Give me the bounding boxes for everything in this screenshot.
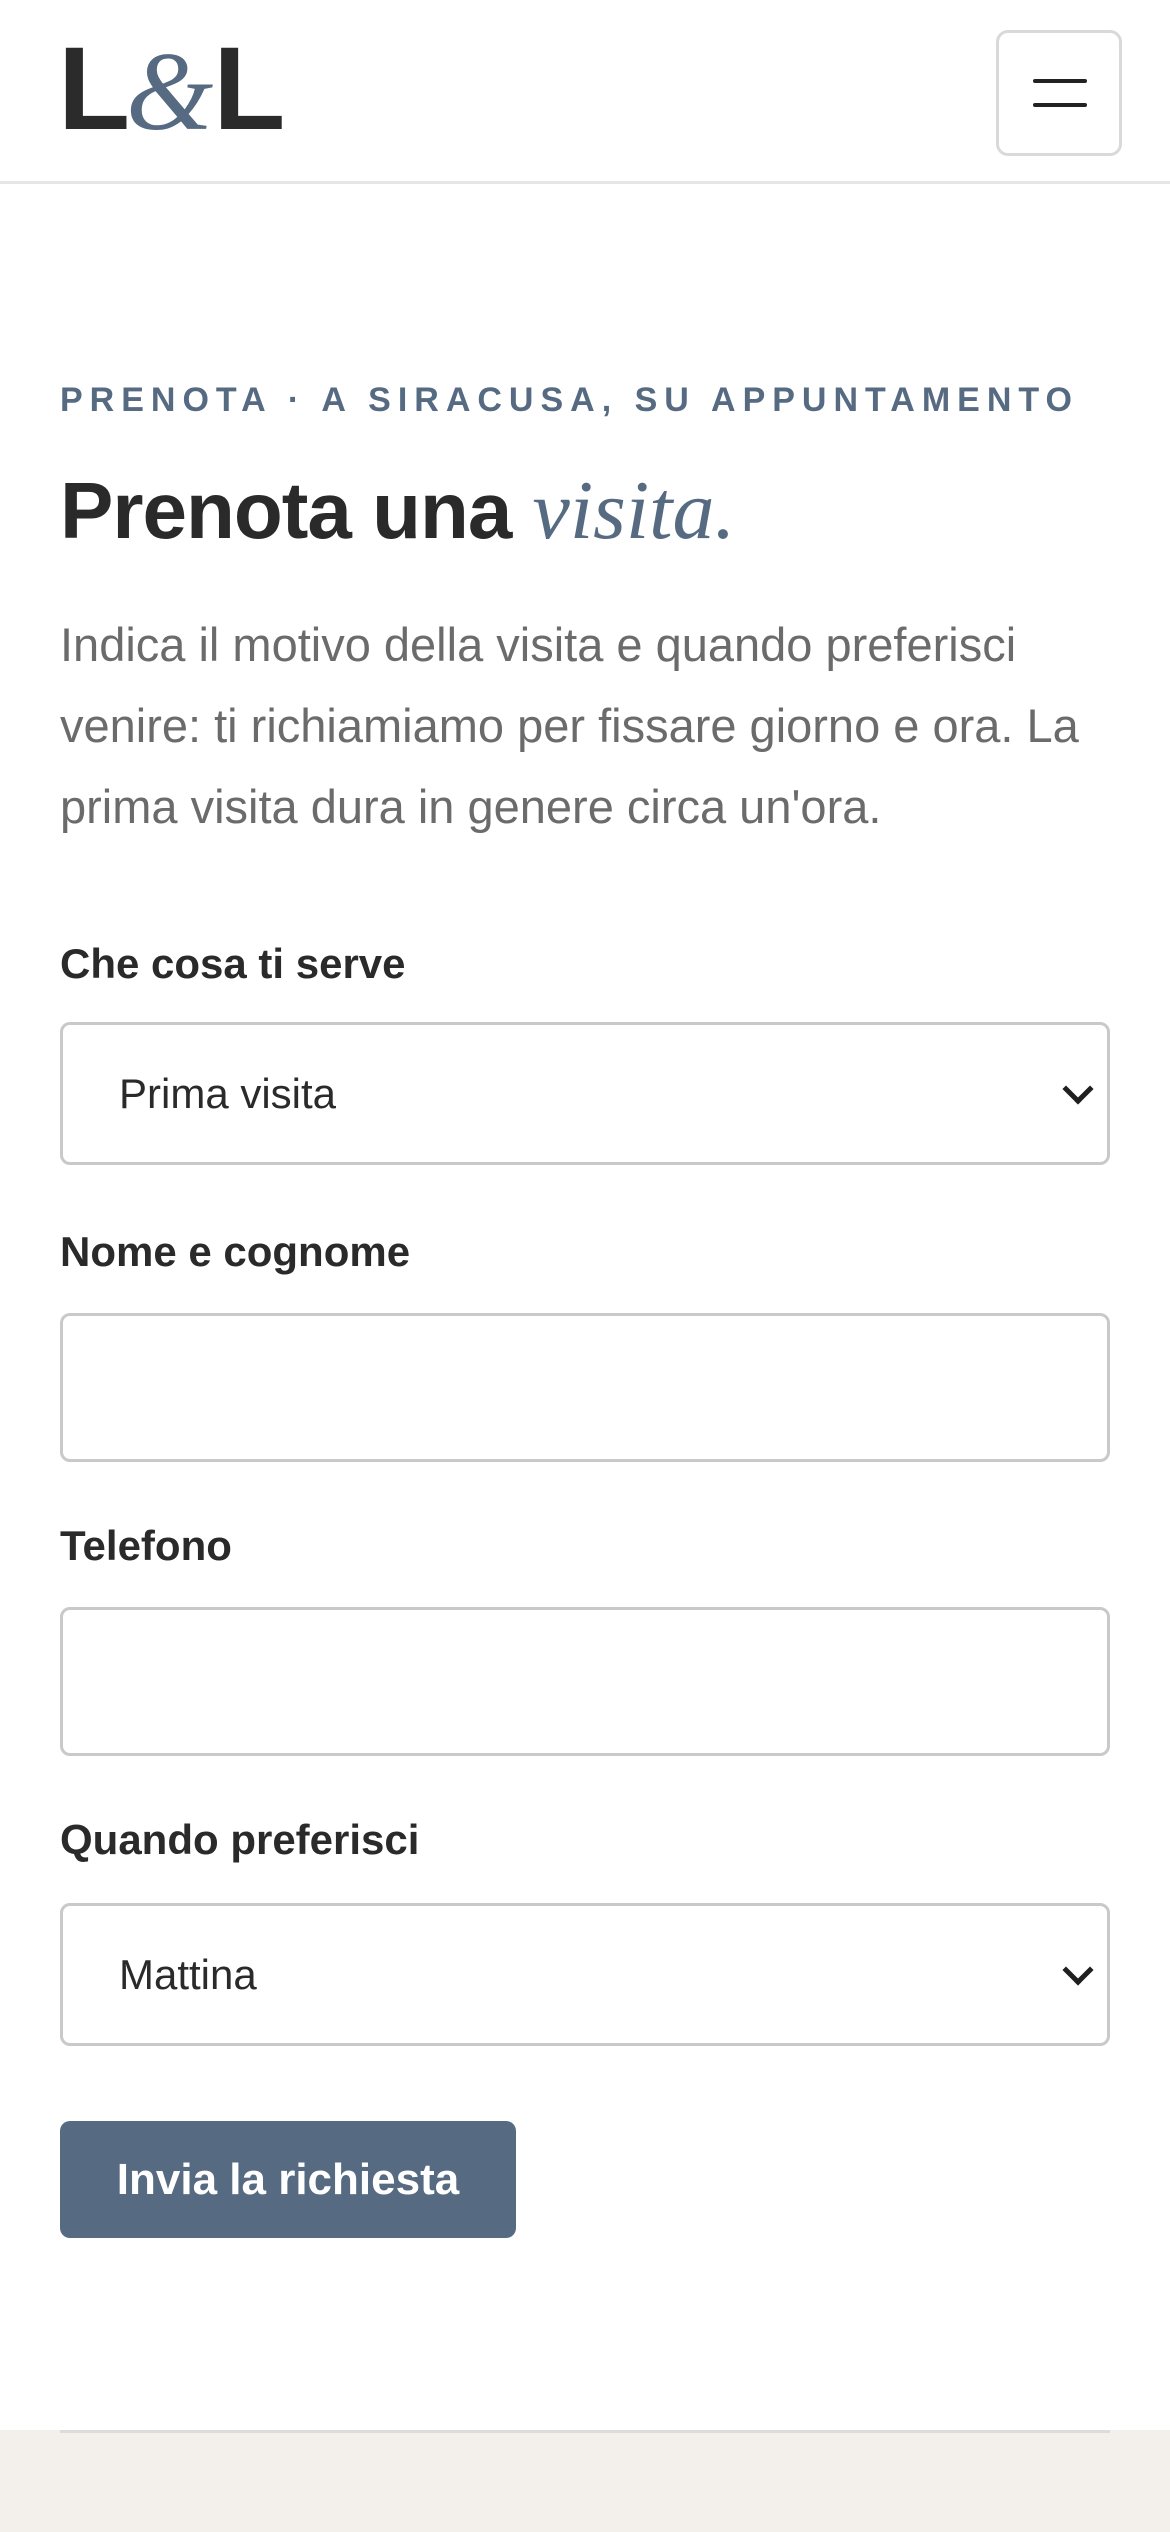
preference-label: Quando preferisci [60,1816,420,1863]
phone-label: Telefono [60,1522,232,1569]
intro-text: Indica il motivo della visita e quando p… [60,618,1079,833]
logo-ampersand: & [126,30,214,154]
logo-letter-left: L [58,23,130,155]
preference-select[interactable]: Mattina [60,1903,1110,2046]
preference-select-value: Mattina [119,1950,257,1998]
submit-button[interactable]: Invia la richiesta [60,2121,516,2238]
name-label: Nome e cognome [60,1228,411,1275]
page-title-main: Prenota una [60,466,533,555]
site-logo[interactable]: L&L [58,30,285,154]
chevron-down-icon [1062,1072,1094,1105]
chevron-down-icon [1062,1953,1094,1986]
menu-button[interactable] [996,30,1122,156]
hamburger-menu-icon [1033,79,1087,83]
service-select[interactable]: Prima visita [60,1022,1110,1165]
site-footer [0,2430,1170,2532]
name-input[interactable] [60,1313,1110,1462]
service-select-value: Prima visita [119,1069,337,1117]
page-title-accent: visita. [532,464,736,557]
logo-letter-right: L [213,23,285,155]
site-header: L&L [0,0,1170,184]
hamburger-menu-icon-bar [1033,103,1087,107]
page-title: Prenota una visita. [60,456,736,566]
service-label: Che cosa ti serve [60,940,406,987]
section-eyebrow: PRENOTA · A SIRACUSA, SU APPUNTAMENTO [60,381,1079,419]
phone-input[interactable] [60,1607,1110,1756]
footer-divider [60,2430,1110,2433]
